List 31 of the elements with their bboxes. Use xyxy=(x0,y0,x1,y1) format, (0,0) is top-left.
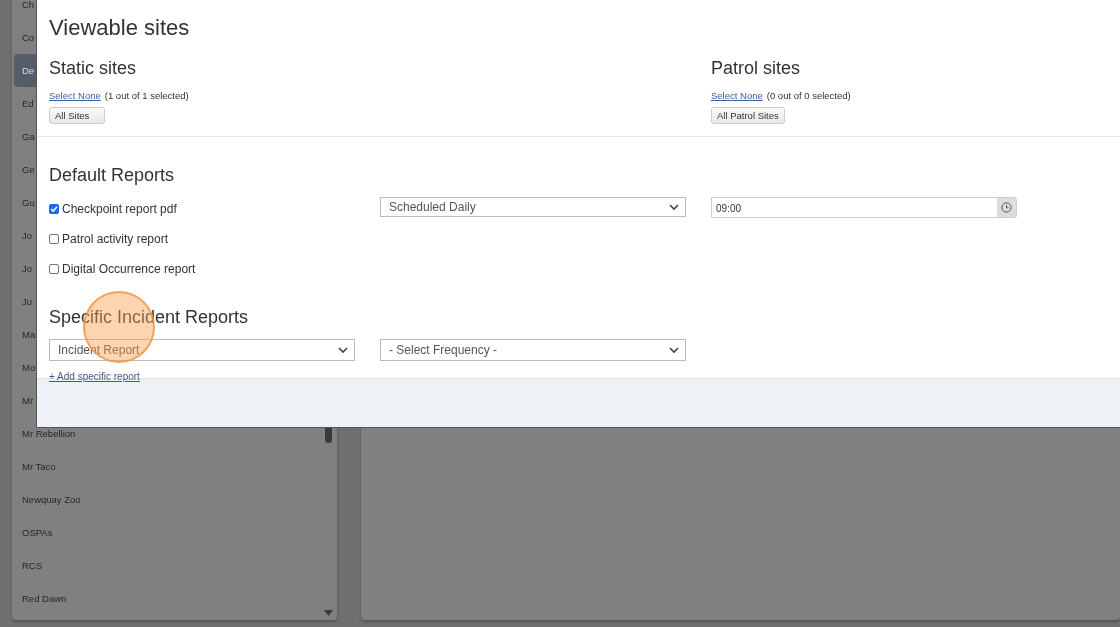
section-heading: Default Reports xyxy=(49,164,176,188)
time-input[interactable]: 09:00 xyxy=(711,197,1017,219)
clock-icon xyxy=(1001,202,1012,214)
checkbox-label: Checkpoint report pdf xyxy=(62,201,177,219)
site-filter-button[interactable]: All Patrol Sites xyxy=(711,107,785,125)
select-none-link[interactable]: Select None xyxy=(711,90,763,103)
checkbox-label: Digital Occurrence report xyxy=(62,261,196,279)
checkbox[interactable] xyxy=(49,234,59,245)
chevron-down-icon xyxy=(669,346,679,354)
sidebar-item[interactable]: RCS xyxy=(14,549,337,582)
sidebar-item[interactable]: OSPAs xyxy=(14,516,337,549)
selection-count: (0 out of 0 selected) xyxy=(766,90,851,103)
checkbox[interactable] xyxy=(49,204,59,215)
sidebar-item[interactable]: Red Dawn xyxy=(14,582,337,615)
modal-title: Viewable sites xyxy=(49,15,191,42)
sidebar-item[interactable]: Mr Taco xyxy=(14,450,337,483)
chevron-down-icon xyxy=(338,346,348,354)
clock-button[interactable] xyxy=(997,198,1016,218)
sidebar-item[interactable]: Newquay Zoo xyxy=(14,483,337,516)
section-heading: Patrol sites xyxy=(711,57,802,81)
site-filter-button[interactable]: All Sites xyxy=(49,107,105,125)
selection-count: (1 out of 1 selected) xyxy=(104,90,189,103)
checkbox[interactable] xyxy=(49,264,59,275)
section-heading: Static sites xyxy=(49,57,138,81)
frequency-select[interactable]: - Select Frequency - xyxy=(380,339,686,362)
select-none-link[interactable]: Select None xyxy=(49,90,101,103)
checkbox-label: Patrol activity report xyxy=(62,231,169,249)
chevron-down-icon xyxy=(669,203,679,211)
add-report-link[interactable]: + Add specific report xyxy=(49,369,140,385)
scroll-down-icon[interactable] xyxy=(324,610,333,616)
frequency-select[interactable]: Scheduled Daily xyxy=(380,197,686,218)
